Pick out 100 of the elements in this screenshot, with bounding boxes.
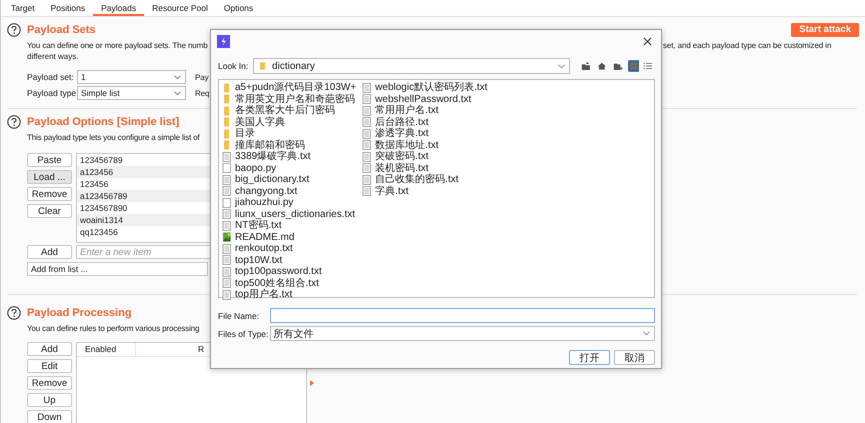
home-icon[interactable] — [597, 61, 607, 71]
file-item[interactable]: NT密码.txt — [222, 220, 356, 232]
caret-icon — [643, 331, 650, 336]
file-item[interactable]: weblogic默认密码列表.txt — [362, 82, 488, 94]
tab[interactable]: Resource Pool — [144, 0, 216, 16]
list-button[interactable]: Load ... — [27, 170, 72, 184]
list-button[interactable]: Clear — [27, 204, 72, 218]
list-view-icon[interactable] — [628, 60, 640, 72]
file-item[interactable]: 后台路径.txt — [362, 116, 488, 128]
list-item[interactable]: 1234567890 — [77, 202, 211, 214]
folder-icon — [222, 82, 231, 93]
document-icon — [362, 163, 372, 174]
document-icon — [222, 266, 231, 277]
file-item[interactable]: baopo.py — [222, 162, 356, 174]
file-item[interactable]: top10W.txt — [222, 254, 356, 266]
dropdown[interactable]: Simple list — [77, 86, 186, 100]
file-item[interactable]: a5+pudn源代码目录103W+ — [222, 82, 356, 94]
rule-button[interactable]: Add — [27, 342, 72, 356]
document-icon — [362, 94, 372, 104]
document-icon — [222, 278, 231, 288]
close-icon[interactable] — [643, 37, 652, 46]
file-item[interactable]: 各类黑客大牛后门密码 — [222, 105, 356, 116]
rule-button[interactable]: Up — [27, 393, 72, 407]
file-item[interactable]: 字典.txt — [362, 186, 488, 197]
app-icon — [217, 35, 230, 48]
document-icon — [222, 209, 231, 220]
file-type-dropdown[interactable]: 所有文件 — [270, 326, 655, 341]
rule-button[interactable]: Down — [27, 410, 72, 423]
column-header[interactable]: Enabled — [77, 343, 136, 356]
document-icon — [222, 255, 231, 266]
description-text: You can define one or more payload sets. The numb — [27, 40, 209, 51]
list-item[interactable]: qq123456 — [77, 226, 211, 238]
dropdown[interactable]: 1 — [77, 70, 186, 84]
caret-icon — [558, 64, 566, 68]
file-item[interactable]: 数据库地址.txt — [362, 140, 488, 151]
tab[interactable]: Positions — [42, 0, 94, 16]
list-item[interactable]: a123456 — [77, 166, 211, 178]
section-title: Payload Processing — [27, 306, 132, 318]
file-item[interactable]: 目录 — [222, 128, 356, 140]
details-view-icon[interactable] — [642, 60, 654, 72]
add-button[interactable]: Add — [27, 245, 72, 259]
dialog-button[interactable]: 打开 — [569, 350, 610, 365]
file-item[interactable]: README.md — [222, 232, 356, 243]
document-icon — [222, 290, 231, 300]
document-icon — [222, 174, 231, 185]
file-item[interactable]: 3389爆破字典.txt — [222, 151, 356, 162]
file-item[interactable]: webshellPassword.txt — [362, 94, 488, 105]
description-text: different ways. — [27, 51, 78, 62]
file-item[interactable]: liunx_users_dictionaries.txt — [222, 208, 356, 220]
help-icon[interactable] — [7, 114, 21, 128]
new-folder-icon[interactable] — [612, 61, 623, 71]
document-icon — [222, 220, 231, 231]
tab[interactable]: Payloads — [93, 0, 144, 16]
file-item[interactable]: renkoutop.txt — [222, 243, 356, 254]
document-icon — [222, 163, 231, 174]
file-item[interactable]: top100password.txt — [222, 266, 356, 278]
file-item[interactable]: 常用英文用户名和奇葩密码 — [222, 94, 356, 105]
file-name-field[interactable] — [270, 308, 655, 323]
description-text: You can define rules to perform various processing — [27, 323, 200, 334]
help-icon[interactable] — [7, 306, 21, 320]
document-icon — [362, 82, 372, 93]
help-icon[interactable] — [7, 22, 21, 36]
list-item[interactable]: woaini1314 — [77, 214, 211, 226]
file-item[interactable]: 常用用户名.txt — [362, 105, 488, 116]
document-icon — [222, 186, 231, 196]
file-item[interactable]: 美国人字典 — [222, 116, 356, 128]
description-text: This payload type lets you configure a simple list of — [27, 132, 200, 143]
file-list[interactable] — [218, 79, 655, 298]
file-item[interactable]: 撞库邮箱和密码 — [222, 140, 356, 151]
rule-button[interactable]: Remove — [27, 376, 72, 390]
list-item[interactable]: 123456789 — [77, 154, 211, 166]
file-item[interactable]: changyong.txt — [222, 186, 356, 197]
file-item[interactable]: 突破密码.txt — [362, 151, 488, 162]
file-item[interactable]: top500姓名组合.txt — [222, 278, 356, 289]
file-item[interactable]: jiahouzhui.py — [222, 197, 356, 208]
tab[interactable]: Target — [3, 0, 43, 16]
files-of-type-label: Files of Type: — [218, 328, 270, 338]
file-item[interactable]: 自己收集的密码.txt — [362, 174, 488, 186]
folder-icon — [222, 128, 231, 139]
payload-list[interactable]: 123456789 a123456 123456 a123456789 1234567890 woaini1314 qq123456 — [76, 153, 211, 243]
rule-button[interactable]: Edit — [27, 359, 72, 373]
up-folder-icon[interactable] — [581, 61, 592, 71]
tab[interactable]: Options — [216, 0, 262, 16]
list-button[interactable]: Paste — [27, 153, 72, 167]
look-in-dropdown[interactable]: dictionary — [253, 58, 570, 74]
document-icon — [222, 198, 231, 208]
dialog-button[interactable]: 取消 — [614, 350, 655, 365]
list-item[interactable]: 123456 — [77, 178, 211, 190]
column-header[interactable]: R — [198, 343, 204, 356]
expand-arrow-icon[interactable] — [310, 380, 314, 386]
file-item[interactable]: top用户名.txt — [222, 289, 356, 300]
list-item[interactable]: a123456789 — [77, 190, 211, 202]
add-from-list-dropdown[interactable]: Add from list ... — [27, 262, 208, 276]
file-item[interactable]: 渗透字典.txt — [362, 128, 488, 140]
file-item[interactable]: big_dictionary.txt — [222, 174, 356, 186]
look-in-label: Look In: — [218, 61, 250, 71]
list-button[interactable]: Remove — [27, 187, 72, 201]
document-icon — [362, 140, 372, 150]
folder-icon — [222, 117, 231, 128]
file-item[interactable]: 装机密码.txt — [362, 162, 488, 174]
